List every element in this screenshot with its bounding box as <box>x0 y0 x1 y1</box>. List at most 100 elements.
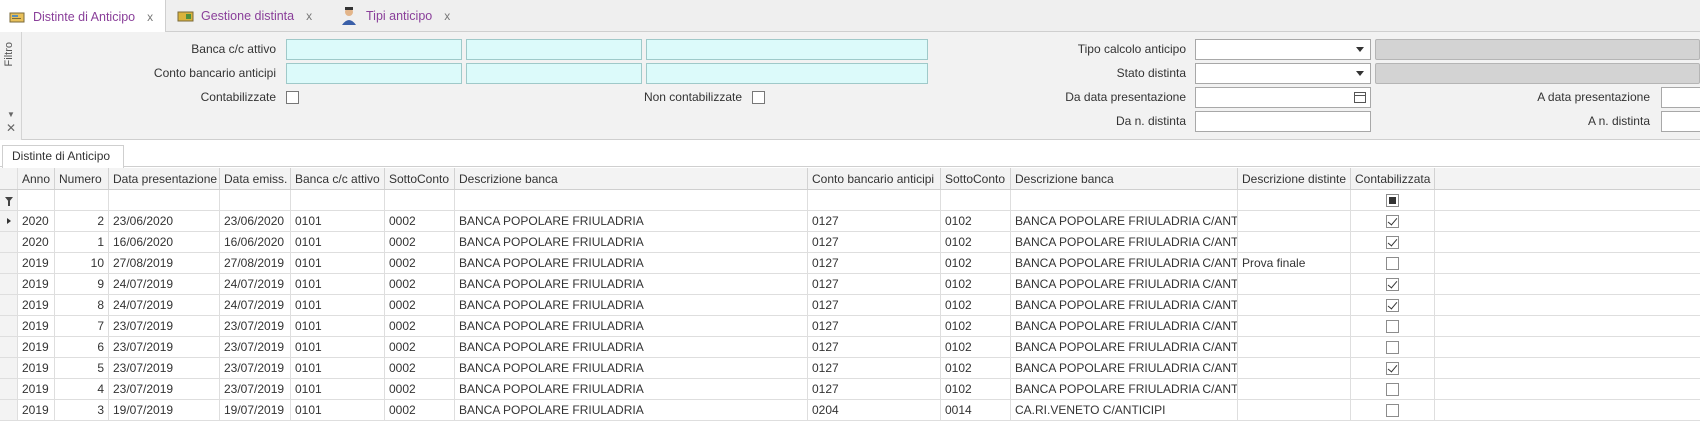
filter-cell-descrizione-banca-anticipi[interactable] <box>1011 190 1238 210</box>
stato-distinta-select[interactable] <box>1195 63 1371 84</box>
cell-contabilizzata[interactable] <box>1351 358 1435 378</box>
contabilizzata-checkbox[interactable] <box>1386 278 1399 291</box>
cell-sottoconto[interactable]: 0002 <box>385 316 455 336</box>
filter-cell-numero[interactable] <box>55 190 109 210</box>
table-row[interactable]: 2020 1 16/06/2020 16/06/2020 0101 0002 BANCA P… <box>0 232 1700 253</box>
header-numero[interactable]: Numero <box>55 168 109 189</box>
filter-cell-sottoconto[interactable] <box>385 190 455 210</box>
filter-cell-data-emissione[interactable] <box>220 190 291 210</box>
cell-banca-attivo[interactable]: 0101 <box>291 316 385 336</box>
cell-conto-anticipi[interactable]: 0127 <box>808 274 941 294</box>
banca-attivo-code-input[interactable] <box>286 39 462 60</box>
cell-banca-attivo[interactable]: 0101 <box>291 358 385 378</box>
filter-cell-contabilizzata[interactable] <box>1351 190 1435 210</box>
a-data-input[interactable] <box>1661 87 1700 108</box>
cell-descrizione-banca[interactable]: BANCA POPOLARE FRIULADRIA <box>455 400 808 420</box>
cell-anno[interactable]: 2019 <box>18 379 55 399</box>
header-contabilizzata[interactable]: Contabilizzata <box>1351 168 1435 189</box>
cell-descrizione-banca-anticipi[interactable]: BANCA POPOLARE FRIULADRIA C/ANTIC <box>1011 295 1238 315</box>
header-sottoconto[interactable]: SottoConto <box>385 168 455 189</box>
cell-data-presentazione[interactable]: 24/07/2019 <box>109 274 220 294</box>
contabilizzata-checkbox[interactable] <box>1386 299 1399 312</box>
banca-attivo-subaccount-input[interactable] <box>466 39 642 60</box>
cell-numero[interactable]: 1 <box>55 232 109 252</box>
filter-cell-anno[interactable] <box>18 190 55 210</box>
cell-descrizione-banca-anticipi[interactable]: BANCA POPOLARE FRIULADRIA C/ANTIC <box>1011 316 1238 336</box>
cell-contabilizzata[interactable] <box>1351 337 1435 357</box>
tab-grid-distinte[interactable]: Distinte di Anticipo <box>2 145 124 168</box>
tipo-calcolo-select[interactable] <box>1195 39 1371 60</box>
cell-banca-attivo[interactable]: 0101 <box>291 211 385 231</box>
contabilizzate-checkbox[interactable] <box>286 91 299 104</box>
header-anno[interactable]: Anno <box>18 168 55 189</box>
cell-sottoconto[interactable]: 0002 <box>385 274 455 294</box>
cell-descrizione-distinta[interactable] <box>1238 295 1351 315</box>
cell-descrizione-distinta[interactable] <box>1238 358 1351 378</box>
da-data-input[interactable] <box>1195 87 1371 108</box>
filter-cell-descrizione-banca[interactable] <box>455 190 808 210</box>
cell-data-emissione[interactable]: 24/07/2019 <box>220 295 291 315</box>
cell-sottoconto-anticipi[interactable]: 0102 <box>941 379 1011 399</box>
cell-sottoconto[interactable]: 0002 <box>385 358 455 378</box>
cell-descrizione-banca-anticipi[interactable]: BANCA POPOLARE FRIULADRIA C/ANTIC <box>1011 379 1238 399</box>
tab-tipi-anticipo[interactable]: Tipi anticipo x <box>330 0 460 32</box>
cell-descrizione-distinta[interactable] <box>1238 232 1351 252</box>
cell-data-emissione[interactable]: 24/07/2019 <box>220 274 291 294</box>
cell-descrizione-banca[interactable]: BANCA POPOLARE FRIULADRIA <box>455 358 808 378</box>
cell-descrizione-banca[interactable]: BANCA POPOLARE FRIULADRIA <box>455 295 808 315</box>
cell-data-emissione[interactable]: 23/07/2019 <box>220 337 291 357</box>
cell-conto-anticipi[interactable]: 0204 <box>808 400 941 420</box>
cell-descrizione-banca-anticipi[interactable]: BANCA POPOLARE FRIULADRIA C/ANTIC <box>1011 337 1238 357</box>
cell-numero[interactable]: 6 <box>55 337 109 357</box>
cell-anno[interactable]: 2019 <box>18 358 55 378</box>
row-indicator[interactable] <box>0 337 18 357</box>
cell-conto-anticipi[interactable]: 0127 <box>808 253 941 273</box>
cell-conto-anticipi[interactable]: 0127 <box>808 379 941 399</box>
cell-sottoconto-anticipi[interactable]: 0102 <box>941 253 1011 273</box>
grid-filter-row[interactable] <box>0 190 1700 211</box>
header-descrizione-banca[interactable]: Descrizione banca <box>455 168 808 189</box>
cell-conto-anticipi[interactable]: 0127 <box>808 337 941 357</box>
contabilizzata-checkbox[interactable] <box>1386 362 1399 375</box>
table-row[interactable]: 2019 5 23/07/2019 23/07/2019 0101 0002 BANCA P… <box>0 358 1700 379</box>
filter-cell-data-presentazione[interactable] <box>109 190 220 210</box>
row-indicator[interactable] <box>0 274 18 294</box>
filter-cell-descrizione-distinta[interactable] <box>1238 190 1351 210</box>
cell-data-presentazione[interactable]: 27/08/2019 <box>109 253 220 273</box>
cell-contabilizzata[interactable] <box>1351 295 1435 315</box>
cell-data-presentazione[interactable]: 23/07/2019 <box>109 379 220 399</box>
cell-descrizione-banca-anticipi[interactable]: BANCA POPOLARE FRIULADRIA C/ANTIC <box>1011 358 1238 378</box>
cell-descrizione-banca-anticipi[interactable]: BANCA POPOLARE FRIULADRIA C/ANTIC <box>1011 211 1238 231</box>
cell-contabilizzata[interactable] <box>1351 316 1435 336</box>
cell-banca-attivo[interactable]: 0101 <box>291 274 385 294</box>
cell-data-emissione[interactable]: 27/08/2019 <box>220 253 291 273</box>
filter-cell-conto-anticipi[interactable] <box>808 190 941 210</box>
cell-anno[interactable]: 2019 <box>18 274 55 294</box>
cell-data-presentazione[interactable]: 23/07/2019 <box>109 358 220 378</box>
conto-anticipi-description-input[interactable] <box>646 63 928 84</box>
cell-numero[interactable]: 8 <box>55 295 109 315</box>
header-sottoconto-anticipi[interactable]: SottoConto <box>941 168 1011 189</box>
cell-anno[interactable]: 2020 <box>18 232 55 252</box>
contabilizzata-checkbox[interactable] <box>1386 404 1399 417</box>
contabilizzata-checkbox[interactable] <box>1386 215 1399 228</box>
cell-data-presentazione[interactable]: 19/07/2019 <box>109 400 220 420</box>
row-indicator[interactable] <box>0 295 18 315</box>
cell-descrizione-distinta[interactable] <box>1238 211 1351 231</box>
cell-descrizione-distinta[interactable] <box>1238 379 1351 399</box>
cell-data-emissione[interactable]: 23/07/2019 <box>220 316 291 336</box>
cell-descrizione-banca-anticipi[interactable]: BANCA POPOLARE FRIULADRIA C/ANTIC <box>1011 232 1238 252</box>
conto-anticipi-code-input[interactable] <box>286 63 462 84</box>
cell-data-presentazione[interactable]: 23/07/2019 <box>109 337 220 357</box>
cell-conto-anticipi[interactable]: 0127 <box>808 232 941 252</box>
row-indicator[interactable] <box>0 400 18 420</box>
cell-sottoconto-anticipi[interactable]: 0102 <box>941 358 1011 378</box>
table-row[interactable]: 2019 4 23/07/2019 23/07/2019 0101 0002 BANCA P… <box>0 379 1700 400</box>
cell-anno[interactable]: 2019 <box>18 253 55 273</box>
filter-cell-banca-attivo[interactable] <box>291 190 385 210</box>
cell-data-emissione[interactable]: 23/07/2019 <box>220 358 291 378</box>
cell-sottoconto[interactable]: 0002 <box>385 379 455 399</box>
table-row[interactable]: 2019 8 24/07/2019 24/07/2019 0101 0002 BANCA P… <box>0 295 1700 316</box>
contabilizzata-checkbox[interactable] <box>1386 341 1399 354</box>
cell-banca-attivo[interactable]: 0101 <box>291 379 385 399</box>
